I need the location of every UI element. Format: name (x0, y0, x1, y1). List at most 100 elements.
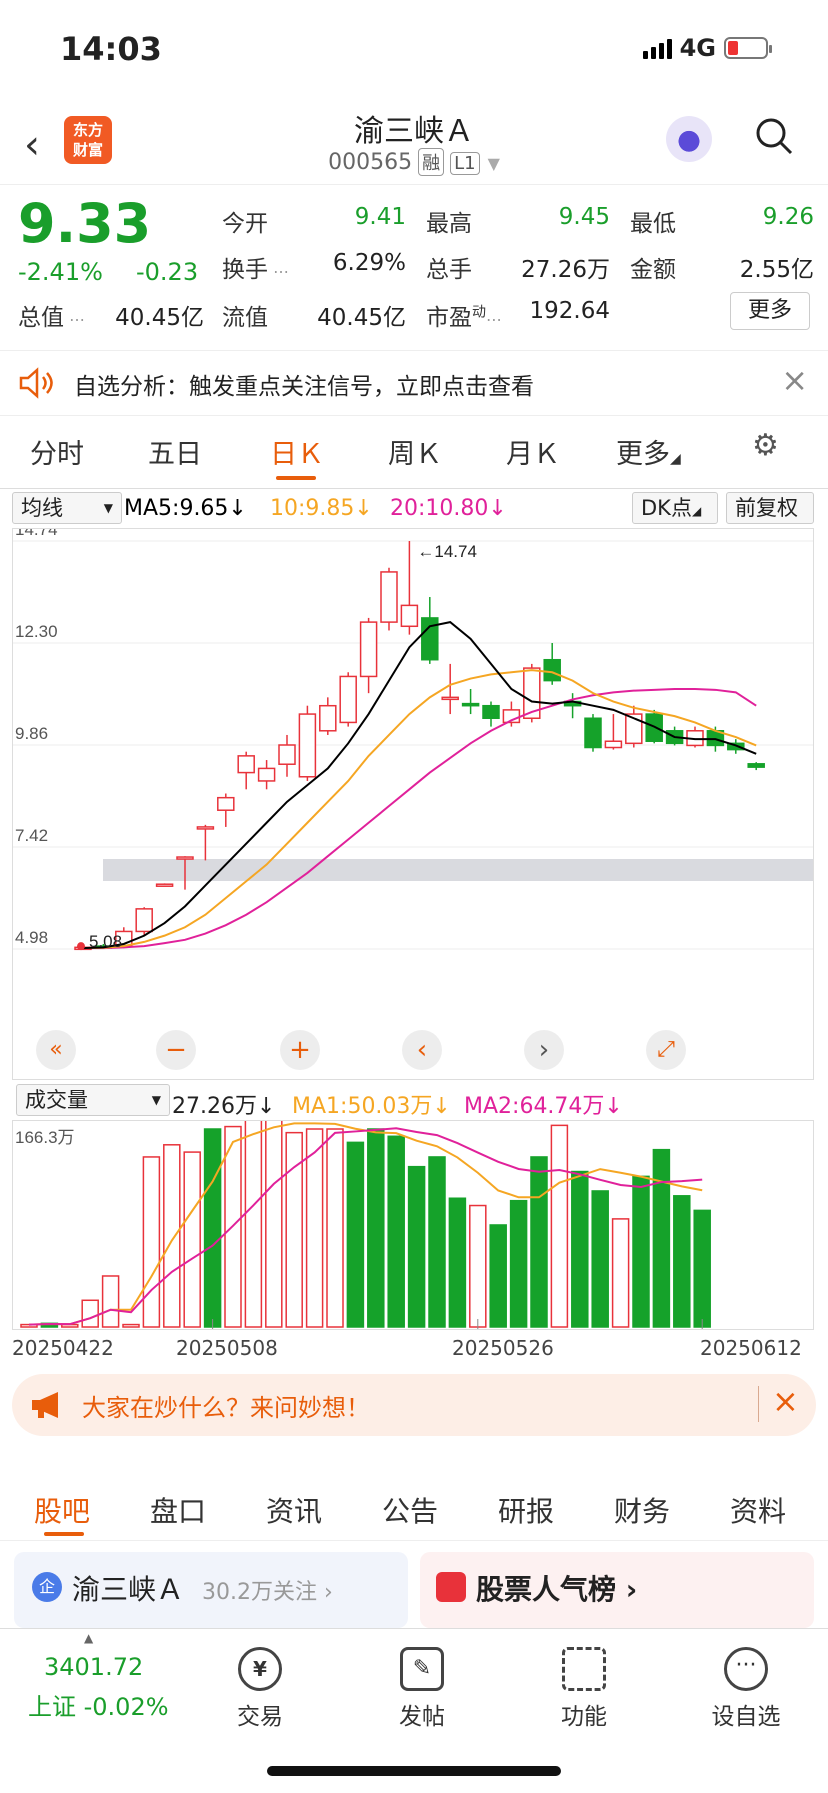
analysis-notice[interactable]: 自选分析：触发重点关注信号，立即点击查看 × (0, 350, 828, 416)
x-label-2: 20250526 (452, 1336, 554, 1360)
price-band (103, 859, 813, 881)
adjust-button[interactable]: 前复权 (726, 492, 814, 524)
chart-icon (436, 1572, 466, 1602)
volume-current: 27.26万↓ (172, 1094, 276, 1119)
scroll-left-button[interactable]: ‹ (402, 1030, 442, 1070)
megaphone-icon (32, 1392, 58, 1418)
volume-bar-32 (673, 1195, 691, 1328)
index-up-arrow: ▲ (84, 1631, 94, 1645)
candle-body-15 (380, 571, 398, 623)
tab-research[interactable]: 研报 (498, 1490, 554, 1530)
volume-bar-7 (163, 1144, 181, 1328)
yen-icon: ¥ (238, 1647, 282, 1691)
zoom-out-button[interactable]: − (156, 1030, 196, 1070)
candle-body-19 (461, 702, 480, 707)
candle-body-12 (319, 704, 337, 732)
dropdown-icon: ▼ (487, 154, 500, 173)
volume-bar-11 (244, 1121, 263, 1328)
amount-label: 金额 (630, 257, 676, 283)
turnover-label: 换手 ⋯ (222, 257, 290, 283)
popularity-card[interactable]: 股票人气榜 › (420, 1552, 814, 1628)
tab-news[interactable]: 资讯 (266, 1490, 322, 1530)
volume-max-label: 166.3万 (15, 1128, 75, 1147)
volume-bar-28 (591, 1190, 609, 1328)
fullscreen-button[interactable]: ⤢ (646, 1030, 686, 1070)
volume-bar-6 (142, 1156, 161, 1328)
low-marker (77, 942, 85, 951)
volume-chart-frame[interactable]: 166.3万 (12, 1120, 814, 1330)
tab-announcements[interactable]: 公告 (382, 1490, 438, 1530)
volume-bar-27 (571, 1170, 589, 1328)
pe-value: 192.64 (529, 298, 610, 324)
candle-body-8 (237, 755, 255, 774)
scroll-right-button[interactable]: › (524, 1030, 564, 1070)
price-axis-label-1: 12.30 (15, 622, 58, 641)
candle-body-33 (747, 763, 765, 768)
kline-chart-frame[interactable]: 14.74 12.30 9.86 7.42 4.98 ←14.74 5.08 (12, 528, 814, 1080)
market-cap-value: 40.45亿 (115, 305, 204, 331)
volume-ma1: MA1:50.03万↓ (292, 1094, 451, 1119)
gear-icon[interactable]: ⚙ (752, 428, 779, 463)
candle-body-9 (257, 767, 276, 782)
signal-icon (642, 37, 672, 59)
volume-bar-16 (346, 1141, 365, 1328)
ask-ai-banner[interactable]: 大家在炒什么？来问妙想！ × (12, 1374, 816, 1436)
volume-bar-21 (448, 1197, 467, 1328)
tab-financials[interactable]: 财务 (614, 1490, 670, 1530)
market-cap-label: 总值 ⋯ (18, 305, 86, 331)
tab-daily-k[interactable]: 日Ｋ (270, 432, 324, 471)
zoom-in-button[interactable]: + (280, 1030, 320, 1070)
volume-select[interactable]: 成交量 ▼ (16, 1084, 170, 1116)
tab-forum[interactable]: 股吧 (34, 1490, 90, 1530)
price-axis-label-2: 9.86 (15, 724, 48, 743)
nav-functions[interactable]: 功能 (524, 1647, 644, 1731)
stock-follow-card[interactable]: 企 渝三峡Ａ 30.2万关注 › (14, 1552, 408, 1628)
volume-bar-5 (122, 1323, 140, 1328)
ma20-legend: 20:10.80↓ (390, 496, 507, 521)
banner-text: 大家在炒什么？来问妙想！ (82, 1394, 370, 1422)
search-icon[interactable] (754, 116, 794, 156)
tab-more[interactable]: 更多◢ (616, 432, 681, 471)
volume-bar-8 (183, 1151, 201, 1328)
candle-body-3 (135, 908, 153, 933)
more-button[interactable]: 更多 (730, 292, 810, 330)
volume-legend-bar: 成交量 ▼ 27.26万↓ MA1:50.03万↓ MA2:64.74万↓ (0, 1080, 828, 1120)
volume-chart[interactable]: 166.3万 (13, 1121, 813, 1329)
current-price: 9.33 (18, 192, 152, 255)
index-value[interactable]: 3401.72 (44, 1653, 143, 1681)
volume-value: 27.26万 (521, 257, 610, 283)
quote-panel: 9.33 -2.41% -0.23 今开 9.41 最高 9.45 最低 9.2… (0, 186, 828, 346)
card-followers: 30.2万关注 › (202, 1580, 333, 1605)
notice-close-button[interactable]: × (781, 361, 808, 399)
notice-text: 自选分析：触发重点关注信号，立即点击查看 (74, 374, 534, 400)
tab-five-day[interactable]: 五日 (148, 432, 202, 471)
tab-orderbook[interactable]: 盘口 (150, 1490, 206, 1530)
nav-trade[interactable]: ¥ 交易 (200, 1647, 320, 1731)
low-label: 最低 (630, 211, 676, 237)
tab-weekly-k[interactable]: 周Ｋ (388, 432, 442, 471)
volume-bar-18 (387, 1135, 405, 1328)
nav-post[interactable]: ✎ 发帖 (362, 1647, 482, 1731)
assistant-robot-icon[interactable] (666, 116, 712, 162)
scroll-left-fast-button[interactable]: « (36, 1030, 76, 1070)
volume-bar-29 (611, 1218, 630, 1328)
candle-body-16 (400, 604, 419, 628)
nav-add-watchlist[interactable]: ··· 设自选 (686, 1647, 806, 1731)
ma-legend-bar: 均线 ▼ MA5:9.65↓ 10:9.85↓ 20:10.80↓ DK点◢ 前复… (0, 488, 828, 528)
tab-profile[interactable]: 资料 (730, 1490, 786, 1530)
ma10-legend: 10:9.85↓ (270, 496, 373, 521)
banner-close-button[interactable]: × (772, 1382, 799, 1420)
candle-body-7 (217, 796, 235, 811)
volume-bar-33 (693, 1209, 711, 1328)
kline-chart[interactable]: 14.74 12.30 9.86 7.42 4.98 ←14.74 5.08 (13, 529, 813, 1079)
candle-body-25 (584, 717, 602, 749)
high-label: 最高 (426, 211, 472, 237)
tab-monthly-k[interactable]: 月Ｋ (506, 432, 560, 471)
index-label[interactable]: 上证 -0.02% (28, 1687, 169, 1722)
dk-point-button[interactable]: DK点◢ (632, 492, 718, 524)
network-label: 4G (679, 34, 716, 62)
tab-intraday[interactable]: 分时 (30, 432, 84, 471)
candle-body-5 (176, 856, 194, 860)
candle-body-4 (155, 883, 174, 887)
ma-select[interactable]: 均线 ▼ (12, 492, 122, 524)
